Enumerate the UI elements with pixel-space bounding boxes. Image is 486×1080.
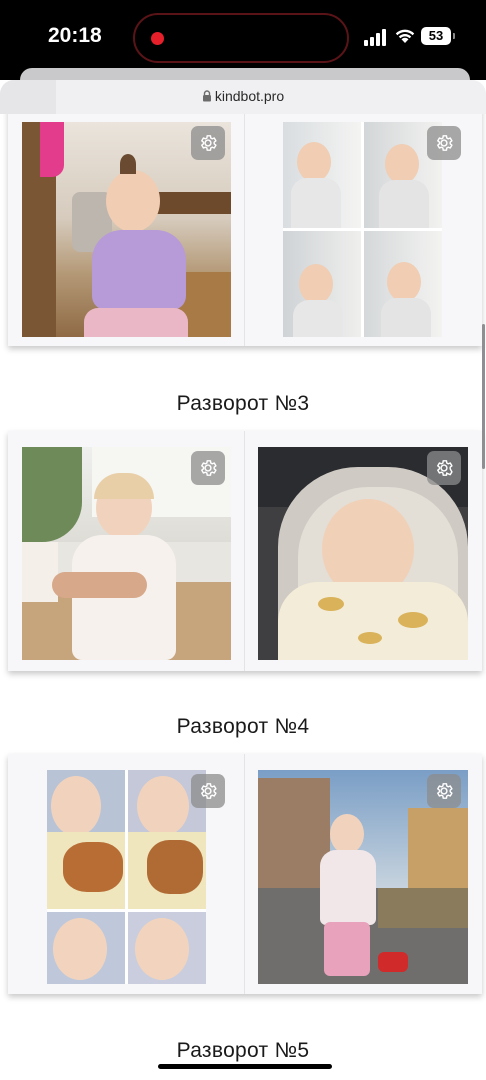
spread-fold: [244, 431, 245, 671]
gear-icon: [437, 460, 453, 476]
gear-icon: [437, 783, 453, 799]
gear-icon: [201, 135, 217, 151]
spread-title: Разворот №3: [176, 392, 310, 415]
cellular-signal-icon: [364, 28, 388, 46]
photo-window-collage[interactable]: [283, 122, 442, 337]
spread-fold: [244, 114, 245, 346]
home-indicator[interactable]: [158, 1064, 332, 1069]
page-settings-button[interactable]: [427, 774, 461, 808]
page-settings-button[interactable]: [427, 451, 461, 485]
spread-fold: [244, 754, 245, 994]
page-settings-button[interactable]: [191, 451, 225, 485]
page-settings-button[interactable]: [427, 126, 461, 160]
gear-icon: [201, 460, 217, 476]
album-content[interactable]: Разворот №3 Разворот №4 Разворот №5: [0, 114, 486, 1080]
dynamic-island[interactable]: [133, 13, 349, 63]
recording-indicator-icon: [151, 32, 164, 45]
spread-4[interactable]: [8, 754, 482, 994]
photo-cat-collage[interactable]: [47, 770, 206, 984]
url-text: kindbot.pro: [214, 88, 285, 104]
page-settings-button[interactable]: [191, 126, 225, 160]
spread-2[interactable]: [8, 114, 482, 346]
gear-icon: [201, 783, 217, 799]
spread-title: Разворот №5: [176, 1039, 310, 1062]
lock-icon: [202, 90, 211, 102]
scrollbar[interactable]: [482, 324, 485, 469]
status-time: 20:18: [48, 24, 102, 47]
page-settings-button[interactable]: [191, 774, 225, 808]
spread-3[interactable]: [8, 431, 482, 671]
battery-icon: 53: [421, 27, 455, 45]
spread-title: Разворот №4: [176, 715, 310, 738]
address-bar[interactable]: kindbot.pro: [0, 80, 486, 115]
wifi-icon: [395, 29, 415, 43]
gear-icon: [437, 135, 453, 151]
